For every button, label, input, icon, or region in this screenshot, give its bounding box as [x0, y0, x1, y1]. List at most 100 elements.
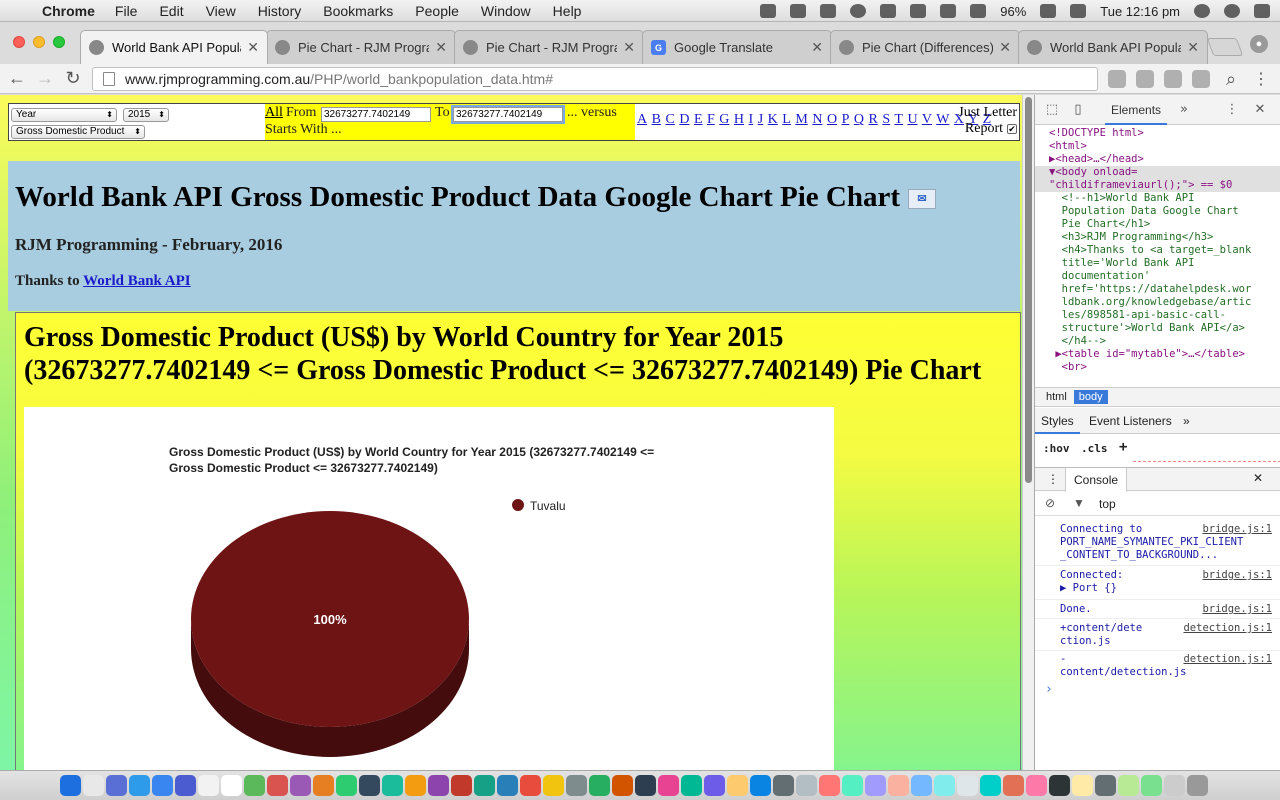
- dock-app-icon[interactable]: [543, 775, 564, 796]
- menu-window[interactable]: Window: [481, 3, 531, 19]
- siri-icon[interactable]: [1224, 4, 1240, 18]
- menu-file[interactable]: File: [115, 3, 138, 19]
- tab-close-icon[interactable]: ✕: [247, 39, 259, 56]
- airplay-icon[interactable]: [940, 4, 957, 18]
- report-checkbox[interactable]: ✔: [1007, 123, 1017, 134]
- window-close-icon[interactable]: [13, 36, 25, 48]
- dock-app-icon[interactable]: [474, 775, 495, 796]
- dock-app-icon[interactable]: [1187, 775, 1208, 796]
- dock-app-icon[interactable]: [957, 775, 978, 796]
- dom-tree[interactable]: <!DOCTYPE html> <html> ▶<head>…</head> ▼<bo…: [1035, 125, 1280, 387]
- profile-icon[interactable]: ●: [1250, 35, 1268, 53]
- page-info-icon[interactable]: [103, 72, 115, 86]
- letter-link-h[interactable]: H: [734, 112, 744, 127]
- dom-node-line[interactable]: <html>: [1049, 140, 1280, 153]
- dock-app-icon[interactable]: [1003, 775, 1024, 796]
- chrome-menu-icon[interactable]: ⋮: [1250, 68, 1272, 90]
- dom-node-line[interactable]: title='World Bank API: [1049, 257, 1280, 270]
- dock-app-icon[interactable]: [336, 775, 357, 796]
- tab-console[interactable]: Console: [1065, 468, 1128, 492]
- inspect-element-icon[interactable]: ⬚: [1045, 103, 1059, 117]
- to-input[interactable]: [451, 105, 565, 124]
- dock-app-icon[interactable]: [497, 775, 518, 796]
- letter-link-b[interactable]: B: [652, 112, 661, 127]
- dock-app-icon[interactable]: [750, 775, 771, 796]
- window-zoom-icon[interactable]: [53, 36, 65, 48]
- forward-arrow-icon[interactable]: →: [34, 68, 56, 90]
- search-icon[interactable]: ⌕: [1220, 68, 1242, 90]
- legend-marker[interactable]: [512, 499, 524, 511]
- devtools-menu-icon[interactable]: ⋮: [1225, 103, 1239, 117]
- dom-node-line[interactable]: <br>: [1049, 361, 1280, 374]
- legend-label[interactable]: Tuvalu: [530, 499, 566, 513]
- console-source-link[interactable]: bridge.js:1: [1202, 603, 1272, 616]
- page-scrollbar[interactable]: [1022, 95, 1034, 770]
- extension-icon-1[interactable]: [1108, 70, 1126, 88]
- letter-link-t[interactable]: T: [894, 112, 903, 127]
- dom-node-line[interactable]: ▶<table id="mytable">…</table>: [1049, 348, 1280, 361]
- new-tab-button[interactable]: [1206, 38, 1244, 56]
- dock-app-icon[interactable]: [589, 775, 610, 796]
- status-tool-icon[interactable]: [760, 4, 777, 18]
- dock-app-icon[interactable]: [888, 775, 909, 796]
- device-toolbar-icon[interactable]: ▯: [1071, 103, 1085, 117]
- status-grid-icon[interactable]: [820, 4, 837, 18]
- dom-node-line[interactable]: <!--h1>World Bank API: [1049, 192, 1280, 205]
- menu-edit[interactable]: Edit: [159, 3, 183, 19]
- letter-link-j[interactable]: J: [758, 112, 763, 127]
- letter-link-l[interactable]: L: [782, 112, 791, 127]
- dock-app-icon[interactable]: [1164, 775, 1185, 796]
- tab-event-listeners[interactable]: Event Listeners: [1089, 414, 1172, 428]
- dock-app-icon[interactable]: [359, 775, 380, 796]
- extension-icon-3[interactable]: [1164, 70, 1182, 88]
- tab-pie-chart-1[interactable]: Pie Chart - RJM Progra ✕: [266, 30, 456, 64]
- tab-close-icon[interactable]: ✕: [623, 39, 635, 56]
- crumb-body[interactable]: body: [1073, 390, 1108, 404]
- clear-console-icon[interactable]: ⊘: [1045, 496, 1055, 510]
- dock-app-icon[interactable]: [566, 775, 587, 796]
- dock-app-icon[interactable]: [428, 775, 449, 796]
- dock-app-icon[interactable]: [842, 775, 863, 796]
- tab-close-icon[interactable]: ✕: [999, 39, 1011, 56]
- console-source-link[interactable]: bridge.js:1: [1202, 523, 1272, 536]
- dock-app-icon[interactable]: [1049, 775, 1070, 796]
- email-icon[interactable]: ✉: [908, 189, 936, 210]
- dock-app-icon[interactable]: [221, 775, 242, 796]
- notification-center-icon[interactable]: [1254, 4, 1270, 18]
- dock-app-icon[interactable]: [612, 775, 633, 796]
- drawer-menu-icon[interactable]: ⋮: [1047, 472, 1059, 486]
- tab-world-bank-2[interactable]: World Bank API Populat ✕: [1018, 30, 1208, 64]
- spotlight-search-icon[interactable]: [1194, 4, 1210, 18]
- tab-close-icon[interactable]: ✕: [811, 39, 823, 56]
- window-minimize-icon[interactable]: [33, 36, 45, 48]
- dock-app-icon[interactable]: [451, 775, 472, 796]
- dock-app-icon[interactable]: [1141, 775, 1162, 796]
- dom-node-line[interactable]: <h3>RJM Programming</h3>: [1049, 231, 1280, 244]
- wifi-icon[interactable]: [910, 4, 927, 18]
- dock-app-icon[interactable]: [865, 775, 886, 796]
- dom-node-line[interactable]: href='https://datahelpdesk.wor: [1049, 283, 1280, 296]
- tab-close-icon[interactable]: ✕: [435, 39, 447, 56]
- dock-app-icon[interactable]: [290, 775, 311, 796]
- more-tabs-icon[interactable]: »: [1177, 103, 1191, 117]
- console-prompt-icon[interactable]: ›: [1045, 683, 1053, 696]
- crumb-html[interactable]: html: [1041, 390, 1072, 404]
- dock-app-icon[interactable]: [175, 775, 196, 796]
- reload-icon[interactable]: ↻: [62, 68, 84, 90]
- more-tabs-icon[interactable]: »: [1183, 414, 1190, 428]
- console-source-link[interactable]: detection.js:1: [1183, 622, 1272, 635]
- letter-link-s[interactable]: S: [882, 112, 890, 127]
- status-app-icon[interactable]: [790, 4, 807, 18]
- extension-icon-2[interactable]: [1136, 70, 1154, 88]
- time-machine-icon[interactable]: [850, 4, 867, 18]
- letter-link-q[interactable]: Q: [854, 112, 864, 127]
- dom-node-line[interactable]: les/898581-api-basic-call-: [1049, 309, 1280, 322]
- dock-app-icon[interactable]: [83, 775, 104, 796]
- letter-link-g[interactable]: G: [719, 112, 729, 127]
- tab-pie-chart-differences[interactable]: Pie Chart (Differences) ✕: [830, 30, 1020, 64]
- dock-app-icon[interactable]: [1118, 775, 1139, 796]
- filter-icon[interactable]: ▼: [1073, 496, 1085, 510]
- app-menu-chrome[interactable]: Chrome: [42, 3, 95, 19]
- tab-elements[interactable]: Elements: [1105, 95, 1168, 125]
- tab-google-translate[interactable]: G Google Translate ✕: [642, 30, 832, 64]
